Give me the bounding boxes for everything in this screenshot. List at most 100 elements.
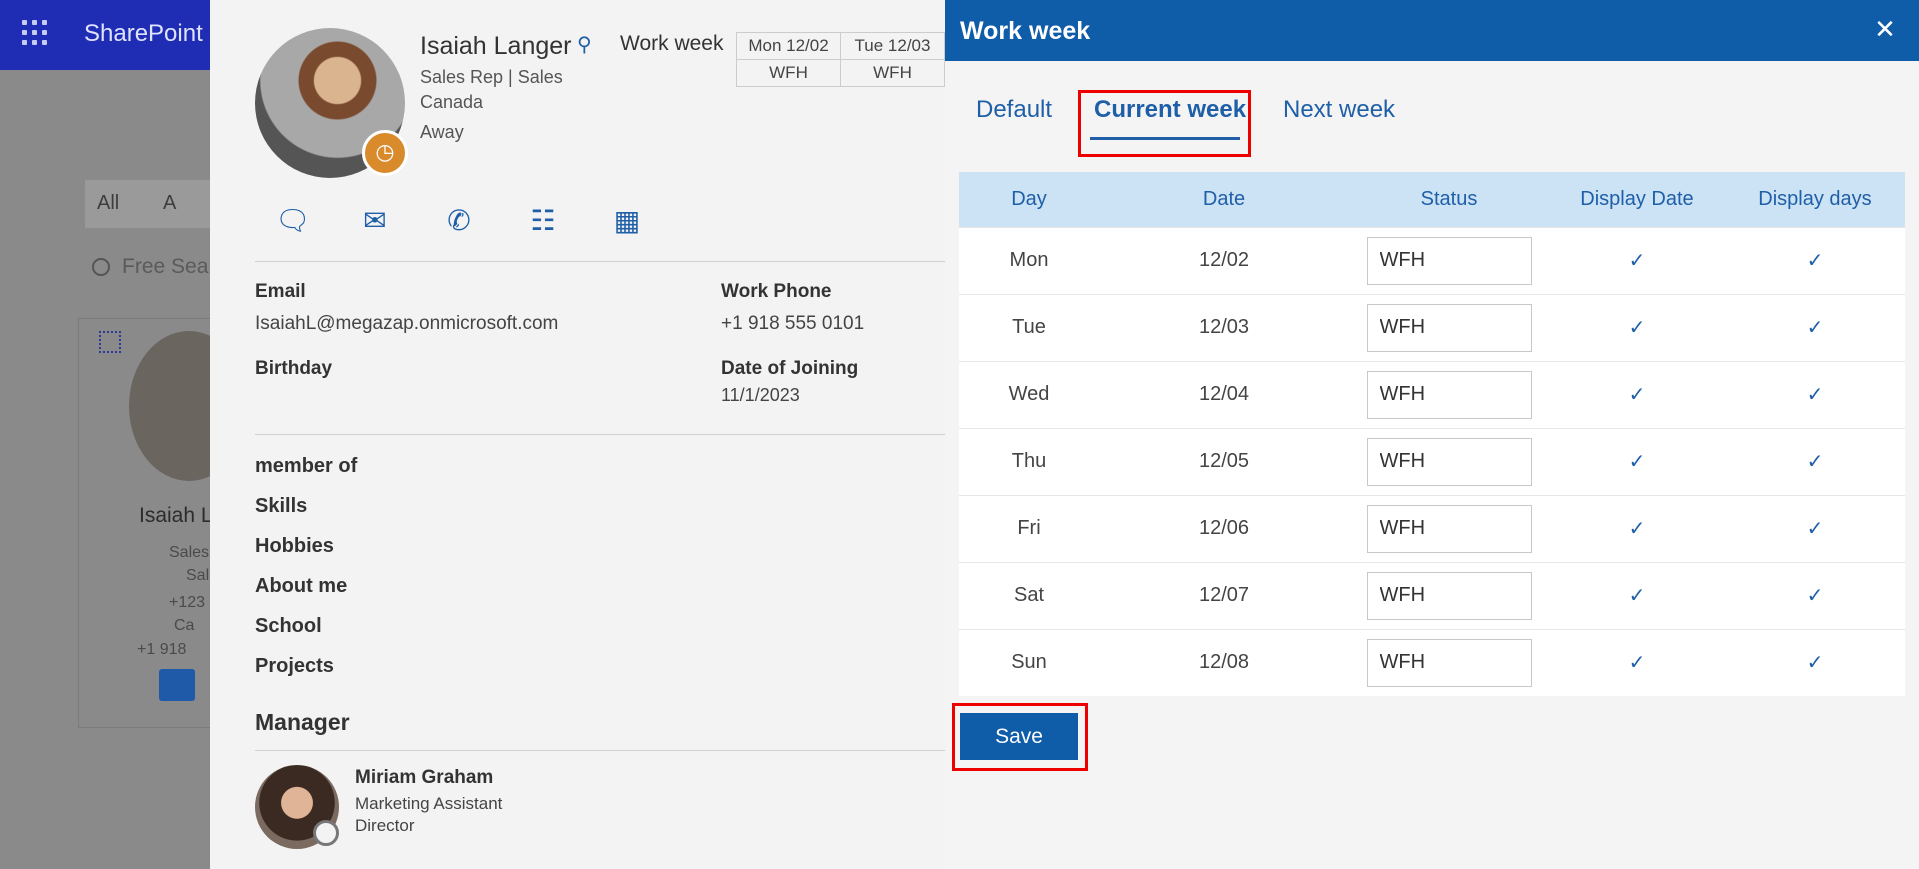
dialog-title: Work week: [960, 17, 1091, 45]
card-line: +1 918: [137, 641, 187, 658]
display-date-cell[interactable]: ✓: [1549, 427, 1725, 495]
divider: [255, 750, 945, 751]
card-line: Sales: [169, 544, 210, 561]
column-header-status: Status: [1349, 172, 1549, 227]
display-date-cell[interactable]: ✓: [1549, 293, 1725, 361]
dialog-header: Work week ✕: [945, 0, 1919, 61]
display-days-cell[interactable]: ✓: [1725, 561, 1905, 629]
outlook-icon: [159, 669, 195, 701]
search-icon: [92, 258, 110, 277]
table-row: Mon 12/02 ✓ ✓: [959, 226, 1905, 294]
display-date-cell[interactable]: ✓: [1549, 226, 1725, 294]
mini-day: Mon 12/02: [736, 32, 841, 60]
save-button[interactable]: Save: [960, 713, 1078, 760]
manager-role: Director: [355, 816, 415, 835]
day-cell: Fri: [959, 494, 1099, 562]
background-profile-card: Isaiah L Sales Sal +123 Ca +1 918: [78, 318, 249, 728]
table-row: Thu 12/05 ✓ ✓: [959, 427, 1905, 495]
table-row: Sat 12/07 ✓ ✓: [959, 561, 1905, 629]
status-input[interactable]: [1366, 303, 1532, 352]
background-search[interactable]: Free Sea: [92, 255, 208, 279]
column-header-display-days: Display days: [1725, 172, 1905, 227]
display-days-cell[interactable]: ✓: [1725, 427, 1905, 495]
checkmark-icon: ✓: [1806, 451, 1824, 473]
filter-a[interactable]: A: [163, 192, 176, 215]
checkmark-icon: ✓: [1628, 518, 1646, 540]
mail-icon[interactable]: ✉: [359, 205, 391, 237]
profile-role: Sales Rep | Sales: [420, 67, 563, 87]
mini-day: Tue 12/03: [840, 32, 945, 60]
qr-code-icon: [99, 331, 121, 353]
card-line: Ca: [174, 617, 195, 634]
card-line: Sal: [186, 567, 210, 584]
checkmark-icon: ✓: [1628, 451, 1646, 473]
date-cell: 12/05: [1099, 427, 1349, 495]
filter-all[interactable]: All: [97, 192, 119, 215]
status-input[interactable]: [1366, 571, 1532, 620]
status-input[interactable]: [1366, 638, 1532, 687]
tab-default[interactable]: Default: [976, 96, 1052, 124]
day-cell: Tue: [959, 293, 1099, 361]
qr-code-icon[interactable]: ▦: [611, 205, 643, 237]
mini-status: WFH: [840, 59, 945, 87]
status-input[interactable]: [1366, 437, 1532, 486]
checkmark-icon: ✓: [1806, 317, 1824, 339]
checkmark-icon: ✓: [1628, 585, 1646, 607]
org-chart-icon[interactable]: ☷: [527, 205, 559, 237]
status-input[interactable]: [1366, 236, 1532, 285]
close-icon[interactable]: ✕: [1870, 14, 1900, 44]
display-date-cell[interactable]: ✓: [1549, 561, 1725, 629]
date-cell: 12/06: [1099, 494, 1349, 562]
app-launcher-icon[interactable]: [22, 20, 48, 46]
section-skills: Skills: [255, 495, 308, 517]
column-header-date: Date: [1099, 172, 1349, 227]
checkmark-icon: ✓: [1806, 518, 1824, 540]
display-days-cell[interactable]: ✓: [1725, 360, 1905, 428]
day-cell: Sat: [959, 561, 1099, 629]
status-cell: [1349, 360, 1549, 428]
highlight-box: [1078, 90, 1251, 157]
display-date-cell[interactable]: ✓: [1549, 360, 1725, 428]
app-title[interactable]: SharePoint: [84, 20, 203, 48]
manager-heading: Manager: [255, 709, 350, 735]
display-days-cell[interactable]: ✓: [1725, 628, 1905, 696]
card-name: Isaiah L: [139, 504, 213, 527]
section-school: School: [255, 615, 322, 637]
checkmark-icon: ✓: [1806, 652, 1824, 675]
display-date-cell[interactable]: ✓: [1549, 628, 1725, 696]
section-member-of: member of: [255, 455, 358, 477]
work-phone-label: Work Phone: [721, 281, 832, 302]
status-cell: [1349, 561, 1549, 629]
work-phone-value[interactable]: +1 918 555 0101: [721, 313, 864, 335]
manager-name[interactable]: Miriam Graham: [355, 767, 493, 789]
display-date-cell[interactable]: ✓: [1549, 494, 1725, 562]
date-cell: 12/07: [1099, 561, 1349, 629]
display-days-cell[interactable]: ✓: [1725, 293, 1905, 361]
contact-actions: 🗨 ✉ ✆ ☷ ▦: [275, 205, 643, 237]
phone-icon[interactable]: ✆: [443, 205, 475, 237]
table-row: Wed 12/04 ✓ ✓: [959, 360, 1905, 428]
location-pin-icon[interactable]: ⚲: [577, 32, 597, 56]
chat-icon[interactable]: 🗨: [275, 205, 311, 237]
display-days-cell[interactable]: ✓: [1725, 494, 1905, 562]
table-header-row: Day Date Status Display Date Display day…: [959, 172, 1905, 227]
date-cell: 12/03: [1099, 293, 1349, 361]
status-input[interactable]: [1366, 370, 1532, 419]
status-cell: [1349, 293, 1549, 361]
section-about-me: About me: [255, 575, 348, 597]
table-row: Tue 12/03 ✓ ✓: [959, 293, 1905, 361]
date-cell: 12/08: [1099, 628, 1349, 696]
card-line: +123: [169, 594, 206, 611]
status-input[interactable]: [1366, 504, 1532, 553]
day-cell: Mon: [959, 226, 1099, 294]
display-days-cell[interactable]: ✓: [1725, 226, 1905, 294]
work-week-table: Day Date Status Display Date Display day…: [959, 172, 1905, 696]
status-cell: [1349, 226, 1549, 294]
work-week-label: Work week: [620, 32, 724, 55]
checkmark-icon: ✓: [1806, 250, 1824, 272]
status-cell: [1349, 427, 1549, 495]
presence-status-icon: [313, 820, 339, 846]
email-value[interactable]: IsaiahL@megazap.onmicrosoft.com: [255, 313, 558, 335]
tab-next-week[interactable]: Next week: [1283, 96, 1395, 124]
column-header-display-date: Display Date: [1549, 172, 1725, 227]
